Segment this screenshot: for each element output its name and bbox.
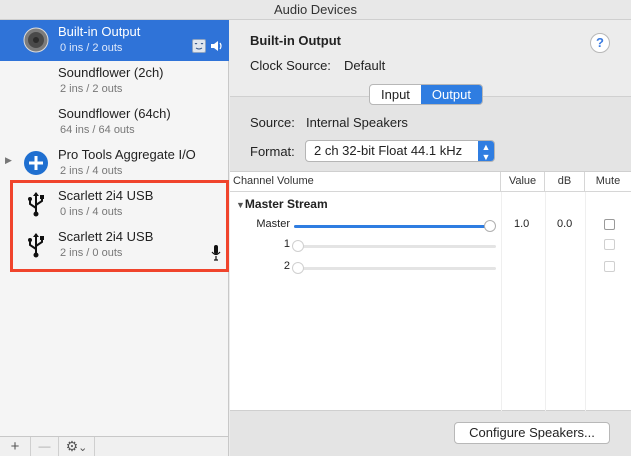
source-label: Source: [250, 115, 295, 130]
speaker-icon [22, 26, 50, 54]
slider-knob[interactable] [484, 220, 496, 232]
volume-icon [210, 39, 224, 56]
stepper-arrows-icon: ▲ ▼ [478, 141, 494, 162]
highlight-box [10, 180, 229, 272]
channel-2-mute-checkbox[interactable] [604, 261, 615, 272]
help-button[interactable]: ? [590, 33, 610, 53]
channel-volume-table: Channel Volume Value dB Mute ▼Master Str… [230, 171, 631, 411]
gear-icon: ⚙ [65, 438, 79, 454]
column-db[interactable]: dB [545, 172, 585, 192]
row-label-master: Master [256, 218, 290, 230]
configure-speakers-button[interactable]: Configure Speakers... [454, 422, 610, 444]
master-db: 0.0 [557, 218, 573, 230]
channel-2-volume-slider[interactable] [292, 262, 496, 274]
device-row-pro-tools-aggregate[interactable]: ▶ Pro Tools Aggregate I/O 2 ins / 4 outs [0, 143, 229, 184]
format-label: Format: [250, 144, 295, 159]
channel-1-mute-checkbox[interactable] [604, 239, 615, 250]
master-mute-checkbox[interactable] [604, 219, 615, 230]
clock-source-value[interactable]: Default [344, 58, 385, 73]
add-device-button[interactable]: + [0, 437, 31, 456]
column-mute[interactable]: Mute [585, 172, 631, 192]
format-select[interactable]: 2 ch 32-bit Float 44.1 kHz ▲ ▼ [305, 140, 495, 162]
channel-1-volume-slider[interactable] [292, 240, 496, 252]
slider-knob[interactable] [292, 262, 304, 274]
column-divider [501, 192, 502, 411]
row-label-channel-1: 1 [283, 238, 290, 250]
device-name: Built-in Output [58, 24, 141, 39]
section-title: Master Stream [244, 197, 328, 211]
device-row-built-in-output[interactable]: Built-in Output 0 ins / 2 outs [0, 20, 229, 61]
slider-fill [294, 225, 490, 228]
device-io: 2 ins / 4 outs [60, 165, 123, 177]
master-stream-section[interactable]: ▼Master Stream [236, 197, 328, 211]
aggregate-plus-icon [22, 149, 50, 177]
column-channel-volume[interactable]: Channel Volume [230, 172, 501, 192]
row-label-channel-2: 2 [283, 260, 290, 272]
device-row-soundflower-64ch[interactable]: Soundflower (64ch) 64 ins / 64 outs [0, 102, 229, 143]
device-name: Soundflower (2ch) [58, 65, 164, 80]
device-name: Pro Tools Aggregate I/O [58, 147, 196, 162]
disclosure-triangle-icon[interactable]: ▶ [5, 155, 12, 166]
chevron-down-icon: ⌄ [78, 442, 88, 454]
device-io: 2 ins / 2 outs [60, 83, 123, 95]
device-row-soundflower-2ch[interactable]: Soundflower (2ch) 2 ins / 2 outs [0, 61, 229, 102]
remove-device-button[interactable]: — [31, 437, 59, 456]
disclosure-triangle-icon: ▼ [236, 200, 245, 210]
master-value: 1.0 [514, 218, 530, 230]
window-title: Audio Devices [0, 0, 631, 20]
gear-menu-button[interactable]: ⚙⌄ [59, 437, 95, 456]
clock-source-label: Clock Source: [250, 58, 331, 73]
input-output-segmented-control[interactable]: Input Output [369, 84, 483, 105]
master-volume-slider[interactable] [294, 220, 496, 232]
source-value: Internal Speakers [306, 115, 408, 130]
table-header: Channel Volume Value dB Mute [230, 172, 631, 192]
device-title: Built-in Output [250, 33, 341, 48]
device-io: 0 ins / 2 outs [60, 42, 123, 54]
format-value: 2 ch 32-bit Float 44.1 kHz [314, 143, 463, 158]
device-name: Soundflower (64ch) [58, 106, 171, 121]
finder-icon [192, 39, 206, 53]
slider-knob[interactable] [292, 240, 304, 252]
column-divider [545, 192, 546, 411]
tab-input[interactable]: Input [370, 85, 421, 104]
tab-output[interactable]: Output [420, 85, 482, 104]
device-detail-pane: Built-in Output ? Clock Source: Default … [230, 20, 631, 456]
device-io: 64 ins / 64 outs [60, 124, 135, 136]
sidebar-toolbar: + — ⚙⌄ [0, 436, 229, 456]
column-value[interactable]: Value [501, 172, 545, 192]
column-divider [585, 192, 586, 411]
